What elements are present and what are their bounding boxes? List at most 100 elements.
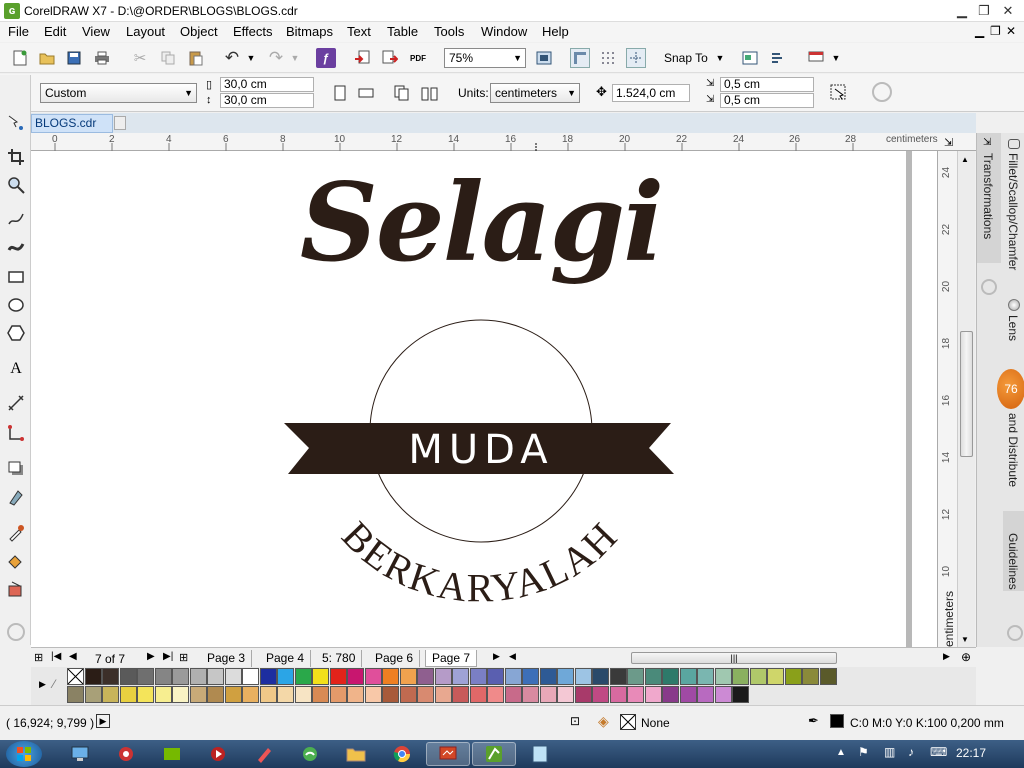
- color-swatch[interactable]: [767, 668, 784, 685]
- color-swatch[interactable]: [154, 686, 172, 703]
- show-guidelines-icon[interactable]: [626, 48, 646, 68]
- next-page-icon[interactable]: ▶: [147, 651, 155, 662]
- color-swatch[interactable]: [434, 668, 452, 685]
- doc-minimize-icon[interactable]: ▁: [975, 24, 984, 38]
- color-swatch[interactable]: [137, 686, 154, 703]
- publish-pdf-icon[interactable]: PDF: [408, 48, 428, 68]
- color-swatch[interactable]: [207, 668, 224, 685]
- docker-customize-icon[interactable]: [981, 279, 997, 295]
- document-tab[interactable]: BLOGS.cdr: [31, 114, 113, 133]
- color-swatch[interactable]: [732, 668, 749, 685]
- color-swatch[interactable]: [259, 668, 277, 685]
- menu-view[interactable]: View: [82, 24, 110, 39]
- palette-scroll-icon[interactable]: ▶: [39, 679, 46, 690]
- color-swatch[interactable]: [662, 686, 679, 703]
- previous-page-icon[interactable]: ◀: [69, 651, 77, 662]
- start-button[interactable]: [6, 741, 42, 767]
- color-swatch[interactable]: [242, 686, 259, 703]
- menu-effects[interactable]: Effects: [233, 24, 273, 39]
- color-swatch[interactable]: [487, 686, 504, 703]
- color-swatch[interactable]: [574, 686, 592, 703]
- show-grid-icon[interactable]: [598, 48, 618, 68]
- new-document-icon[interactable]: [10, 48, 30, 68]
- color-swatch[interactable]: [119, 686, 137, 703]
- add-page-icon[interactable]: ⊞: [179, 651, 188, 664]
- color-proofing-icon[interactable]: ⊡: [570, 714, 580, 728]
- color-swatch[interactable]: [67, 686, 84, 703]
- page-width-input[interactable]: 30,0 cm: [220, 77, 314, 92]
- volume-icon[interactable]: ♪: [908, 745, 914, 759]
- color-swatch[interactable]: [417, 668, 434, 685]
- color-swatch[interactable]: [364, 686, 382, 703]
- print-icon[interactable]: [92, 48, 112, 68]
- color-swatch[interactable]: [539, 668, 557, 685]
- docker-tab-fillet[interactable]: Fillet/Scallop/Chamfer: [1003, 133, 1024, 278]
- full-screen-preview-icon[interactable]: [534, 48, 554, 68]
- color-swatch[interactable]: [452, 686, 469, 703]
- text-tool-icon[interactable]: A: [4, 357, 28, 381]
- menu-window[interactable]: Window: [481, 24, 527, 39]
- current-page-icon[interactable]: [420, 83, 440, 103]
- color-swatch[interactable]: [452, 668, 469, 685]
- color-swatch[interactable]: [434, 686, 452, 703]
- import-icon[interactable]: [352, 48, 372, 68]
- menu-text[interactable]: Text: [347, 24, 371, 39]
- color-swatch[interactable]: [487, 668, 504, 685]
- color-swatch[interactable]: [714, 686, 732, 703]
- color-swatch[interactable]: [137, 668, 154, 685]
- first-page-icon[interactable]: |◀: [51, 651, 61, 662]
- search-content-icon[interactable]: ƒ: [316, 48, 336, 68]
- color-swatch[interactable]: [522, 668, 539, 685]
- color-swatch[interactable]: [119, 668, 137, 685]
- last-page-icon[interactable]: ▶|: [163, 651, 173, 662]
- color-swatch[interactable]: [242, 668, 259, 685]
- color-swatch[interactable]: [644, 686, 662, 703]
- snap-to-button[interactable]: Snap To: [664, 51, 708, 65]
- transparency-tool-icon[interactable]: [4, 485, 28, 509]
- color-swatch[interactable]: [574, 668, 592, 685]
- color-swatch[interactable]: [504, 686, 522, 703]
- color-swatch[interactable]: [592, 668, 609, 685]
- scroll-up-icon[interactable]: ▲: [961, 155, 969, 164]
- language-icon[interactable]: ⌨: [930, 745, 947, 759]
- outline-color-swatch[interactable]: [830, 714, 844, 728]
- quick-customize-icon[interactable]: [872, 82, 892, 102]
- taskbar-app-icon[interactable]: [104, 742, 148, 766]
- welcome-dropdown-icon[interactable]: ▼: [826, 48, 846, 68]
- color-swatch[interactable]: [627, 668, 644, 685]
- color-swatch[interactable]: [609, 686, 627, 703]
- insert-page-icon[interactable]: ⊞: [34, 651, 43, 664]
- color-swatch[interactable]: [417, 686, 434, 703]
- close-icon[interactable]: ✕: [998, 2, 1018, 19]
- vertical-scrollbar[interactable]: ▲ ▼: [957, 151, 975, 647]
- taskbar-notes-icon[interactable]: [518, 742, 562, 766]
- drawing-canvas[interactable]: Selagi MUDA BERKARYALAH: [31, 151, 937, 647]
- color-swatch[interactable]: [172, 668, 189, 685]
- duplicate-y-input[interactable]: 0,5 cm: [720, 93, 814, 108]
- snap-to-dropdown-icon[interactable]: ▼: [710, 48, 730, 68]
- color-swatch[interactable]: [469, 668, 487, 685]
- color-swatch[interactable]: [557, 686, 574, 703]
- freehand-tool-icon[interactable]: [4, 207, 28, 231]
- zoom-tool-icon[interactable]: [4, 173, 28, 197]
- landscape-icon[interactable]: [356, 83, 376, 103]
- restore-icon[interactable]: ❐: [974, 2, 994, 19]
- color-swatch[interactable]: [294, 668, 312, 685]
- menu-help[interactable]: Help: [542, 24, 569, 39]
- color-swatch[interactable]: [84, 668, 102, 685]
- taskbar-presentation-icon[interactable]: [426, 742, 470, 766]
- artistic-media-icon[interactable]: [4, 235, 28, 259]
- taskbar-nvidia-icon[interactable]: [150, 742, 194, 766]
- taskbar-remote-desktop-icon[interactable]: [58, 742, 102, 766]
- page-tab[interactable]: Page 3: [201, 650, 253, 667]
- color-swatch[interactable]: [84, 686, 102, 703]
- cut-icon[interactable]: ✂: [130, 48, 150, 68]
- color-swatch[interactable]: [399, 668, 417, 685]
- smart-fill-icon[interactable]: [4, 577, 28, 601]
- color-swatch[interactable]: [382, 668, 399, 685]
- color-swatch[interactable]: [277, 686, 294, 703]
- redo-icon[interactable]: ↷: [266, 48, 286, 68]
- units-select[interactable]: centimeters ▼: [490, 83, 580, 103]
- color-swatch[interactable]: [277, 668, 294, 685]
- action-center-icon[interactable]: ⚑: [858, 745, 869, 759]
